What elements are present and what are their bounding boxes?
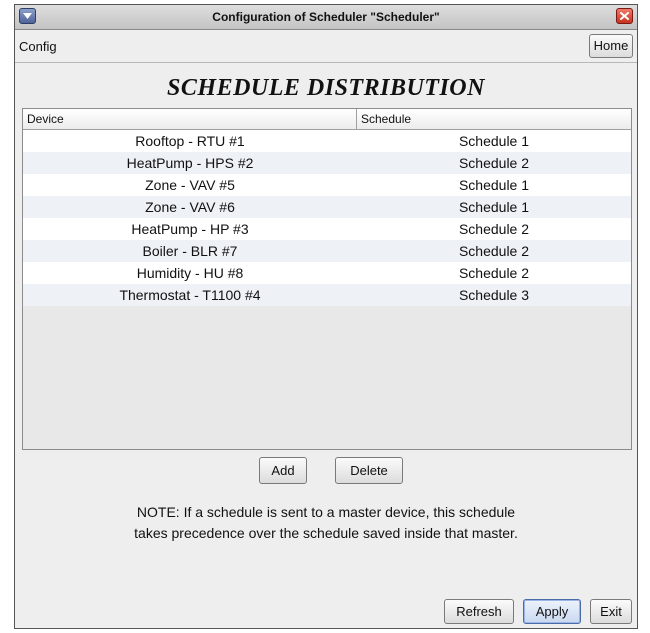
precedence-note: NOTE: If a schedule is sent to a master … — [15, 502, 637, 544]
table-row[interactable]: Humidity - HU #8 Schedule 2 — [23, 262, 631, 284]
table-row[interactable]: HeatPump - HP #3 Schedule 2 — [23, 218, 631, 240]
column-header-schedule[interactable]: Schedule — [357, 109, 631, 129]
schedule-cell: Schedule 2 — [458, 221, 530, 237]
table-body: Rooftop - RTU #1 Schedule 1 HeatPump - H… — [23, 130, 631, 306]
schedule-cell: Schedule 1 — [458, 133, 530, 149]
device-cell: Thermostat - T1100 #4 — [119, 287, 261, 303]
table-row[interactable]: Rooftop - RTU #1 Schedule 1 — [23, 130, 631, 152]
device-cell: Zone - VAV #5 — [145, 177, 235, 193]
schedule-cell: Schedule 2 — [458, 155, 530, 171]
menu-config[interactable]: Config — [19, 39, 57, 54]
device-cell: Rooftop - RTU #1 — [135, 133, 245, 149]
device-cell: HeatPump - HP #3 — [131, 221, 249, 237]
add-button[interactable]: Add — [259, 457, 307, 484]
refresh-button[interactable]: Refresh — [444, 599, 514, 624]
schedule-cell: Schedule 1 — [458, 177, 530, 193]
device-cell: HeatPump - HPS #2 — [126, 155, 254, 171]
window-title: Configuration of Scheduler "Scheduler" — [212, 10, 440, 24]
apply-button[interactable]: Apply — [523, 599, 581, 624]
schedule-cell: Schedule 1 — [458, 199, 530, 215]
exit-button[interactable]: Exit — [590, 599, 632, 624]
table-row[interactable]: Boiler - BLR #7 Schedule 2 — [23, 240, 631, 262]
table-row[interactable]: Zone - VAV #6 Schedule 1 — [23, 196, 631, 218]
title-bar[interactable]: Configuration of Scheduler "Scheduler" — [15, 5, 637, 30]
delete-button[interactable]: Delete — [335, 457, 403, 484]
device-cell: Zone - VAV #6 — [145, 199, 235, 215]
schedule-cell: Schedule 2 — [458, 243, 530, 259]
page-title: SCHEDULE DISTRIBUTION — [167, 75, 485, 101]
device-cell: Humidity - HU #8 — [136, 265, 244, 281]
menu-bar: Config Home — [15, 30, 637, 63]
table-row[interactable]: Thermostat - T1100 #4 Schedule 3 — [23, 284, 631, 306]
distribution-table: Device Schedule Rooftop - RTU #1 Schedul… — [22, 108, 632, 450]
table-header: Device Schedule — [23, 109, 631, 130]
table-row[interactable]: HeatPump - HPS #2 Schedule 2 — [23, 152, 631, 174]
device-cell: Boiler - BLR #7 — [142, 243, 238, 259]
schedule-cell: Schedule 3 — [458, 287, 530, 303]
column-header-device[interactable]: Device — [23, 109, 357, 129]
table-row[interactable]: Zone - VAV #5 Schedule 1 — [23, 174, 631, 196]
note-line: NOTE: If a schedule is sent to a master … — [136, 504, 516, 520]
schedule-cell: Schedule 2 — [458, 265, 530, 281]
close-icon[interactable] — [616, 8, 633, 24]
scheduler-config-window: Configuration of Scheduler "Scheduler" C… — [14, 4, 638, 629]
note-line: takes precedence over the schedule saved… — [134, 525, 518, 541]
home-button[interactable]: Home — [589, 34, 633, 58]
